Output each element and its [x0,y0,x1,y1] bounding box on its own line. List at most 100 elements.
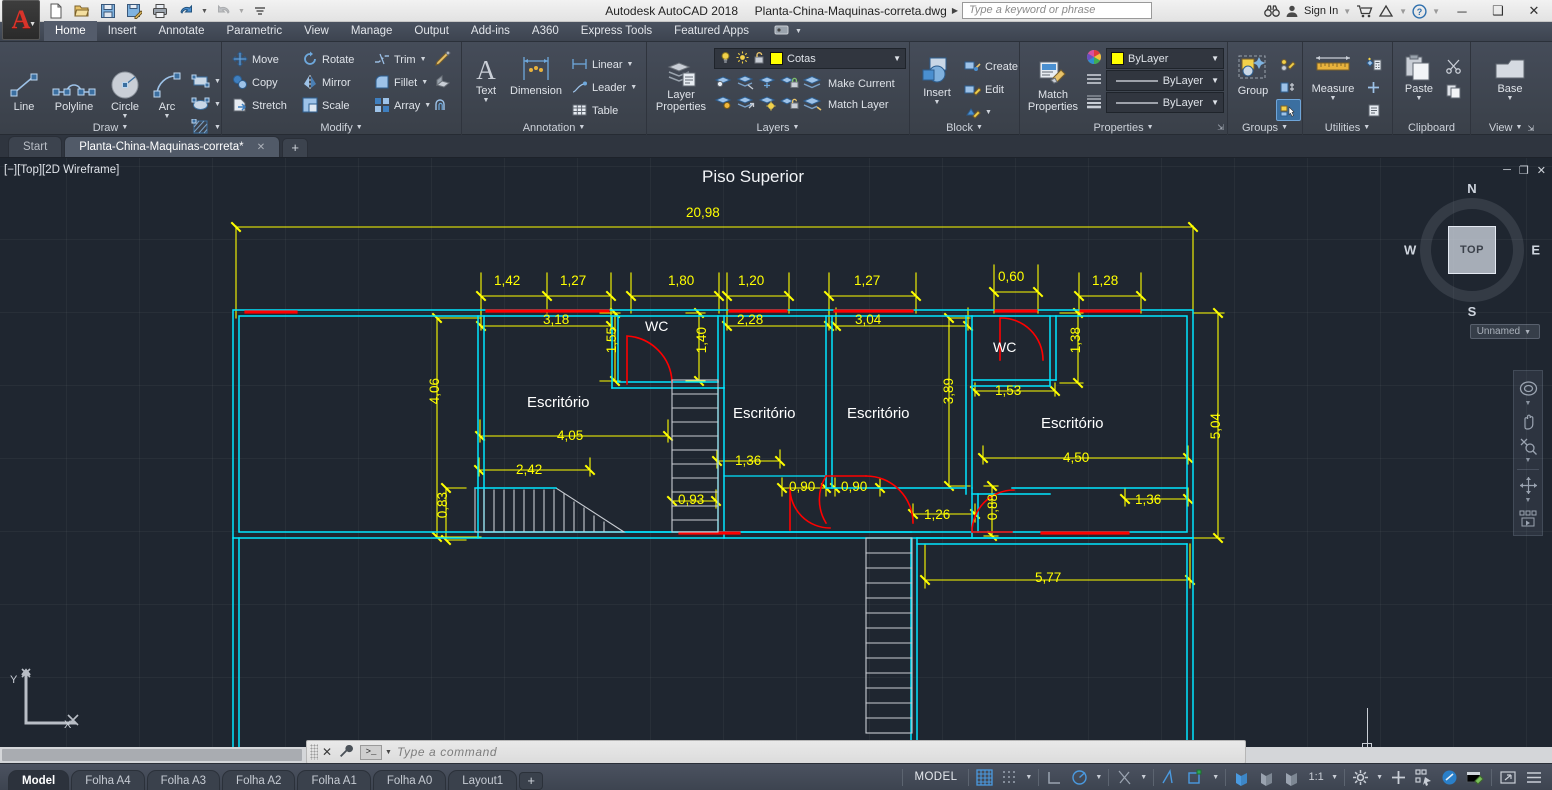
snap-mode-toggle[interactable] [997,764,1022,790]
isometric-caret[interactable]: ▼ [1137,774,1150,781]
view-cube[interactable]: TOP N S E W [1402,180,1542,320]
layout-tab-folha-a3[interactable]: Folha A3 [146,769,221,790]
make-current-label[interactable]: Make Current [828,78,895,90]
layer-combobox[interactable]: Cotas ▼ [714,48,906,69]
cut-button[interactable] [1442,55,1465,77]
view-cube-west[interactable]: W [1404,243,1416,258]
workspace-switching-icon[interactable] [1348,764,1373,790]
minimize-button[interactable]: ─ [1444,0,1480,22]
zoom-caret[interactable]: ▼ [1525,457,1532,466]
list-button[interactable] [1362,99,1385,121]
ribbon-display-icon[interactable] [774,24,791,39]
polar-tracking-toggle[interactable] [1067,764,1092,790]
command-line-grip[interactable] [310,744,318,760]
linear-dropdown-caret[interactable]: ▼ [627,61,634,68]
ribbon-tab-view[interactable]: View [293,21,340,41]
file-tab-start[interactable]: Start [8,136,63,157]
search-input[interactable]: Type a keyword or phrase [962,2,1152,19]
scale-button[interactable]: Scale [299,94,369,116]
panel-title-annotation[interactable]: Annotation ▼ [462,122,646,134]
ribbon-tab-annotate[interactable]: Annotate [147,21,215,41]
edit-block-button[interactable]: Edit [961,78,1021,100]
ribbon-tab-manage[interactable]: Manage [340,21,404,41]
lineweight-combobox-caret[interactable]: ▼ [1211,98,1219,107]
panel-title-block[interactable]: Block ▼ [910,122,1019,134]
view-cube-top-face[interactable]: TOP [1448,226,1496,274]
orbit-icon[interactable] [1515,473,1541,497]
properties-dialog-launcher[interactable]: ⇲ [1217,123,1224,132]
ribbon-tab-output[interactable]: Output [403,21,460,41]
lineweight-combobox[interactable]: ByLayer ▼ [1106,92,1224,113]
layer-unlock-icon[interactable] [753,51,766,67]
dimension-button[interactable]: Dimension [507,52,565,121]
customize-icon[interactable] [248,1,272,21]
command-input[interactable]: Type a command [397,745,1245,759]
stretch-button[interactable]: Stretch [229,94,297,116]
ribbon-tab-home[interactable]: Home [44,21,97,41]
steering-wheel-icon[interactable] [1515,376,1541,400]
paste-dropdown-caret[interactable]: ▼ [1416,95,1423,102]
layer-freeze-icon[interactable] [736,51,749,67]
open-file-icon[interactable] [70,1,94,21]
ribbon-display-caret[interactable]: ▼ [795,28,802,35]
redo-dropdown-caret[interactable]: ▼ [237,1,246,21]
layer-unlock-all-icon[interactable] [779,94,799,114]
layer-combobox-caret[interactable]: ▼ [893,54,901,63]
move-button[interactable]: Move [229,48,297,70]
dynamic-input-toggle[interactable] [1254,764,1279,790]
ribbon-tab-express-tools[interactable]: Express Tools [570,21,663,41]
layout-tab-folha-a2[interactable]: Folha A2 [222,769,296,790]
arc-dropdown-caret[interactable]: ▼ [164,113,171,120]
array-button[interactable]: Array ▼ [371,94,431,116]
model-space-button[interactable]: MODEL [906,764,965,790]
text-dropdown-caret[interactable]: ▼ [483,97,490,104]
panel-title-layers[interactable]: Layers ▼ [647,122,909,134]
group-button[interactable]: Group [1232,52,1274,121]
ducs-toggle[interactable] [1229,764,1254,790]
file-tab-drawing[interactable]: Planta-China-Maquinas-correta* ✕ [64,136,281,157]
insert-dropdown-caret[interactable]: ▼ [934,99,941,106]
rectangle-dropdown-caret[interactable]: ▼ [214,78,221,85]
quick-calc-button[interactable] [1362,53,1385,75]
customization-menu-icon[interactable] [1521,764,1547,790]
save-as-icon[interactable] [122,1,146,21]
a360-caret[interactable]: ▼ [1399,7,1407,16]
new-file-tab-button[interactable]: + [282,138,309,157]
polar-settings-caret[interactable]: ▼ [1092,774,1105,781]
panel-title-properties[interactable]: Properties ▼ [1020,122,1227,134]
autodesk-a360-icon[interactable] [1378,4,1394,18]
layout-tab-folha-a4[interactable]: Folha A4 [71,769,145,790]
search-dropdown-caret[interactable]: ▶ [952,6,958,15]
measure-dropdown-caret[interactable]: ▼ [1330,95,1337,102]
panel-title-draw[interactable]: Draw ▼ [0,122,221,134]
attributes-dropdown-caret[interactable]: ▼ [985,109,992,116]
erase-button[interactable] [431,48,455,70]
object-snap-caret[interactable]: ▼ [1209,774,1222,781]
steering-wheel-caret[interactable]: ▼ [1525,400,1532,409]
color-combobox[interactable]: ByLayer ▼ [1106,48,1224,69]
command-line-settings-icon[interactable] [336,744,356,761]
view-cube-east[interactable]: E [1531,243,1540,258]
view-cube-south[interactable]: S [1468,304,1477,319]
match-properties-button[interactable]: Match Properties [1024,58,1082,113]
layout-tab-model[interactable]: Model [8,769,70,790]
help-caret[interactable]: ▼ [1432,7,1440,16]
hardware-acceleration-icon[interactable] [1437,764,1462,790]
layout-tab-folha-a0[interactable]: Folha A0 [372,769,447,790]
canvas-scroll-thumb[interactable] [2,749,302,761]
linetype-icon[interactable] [1086,71,1102,90]
leader-button[interactable]: Leader ▼ [568,76,640,98]
insert-block-button[interactable]: Insert ▼ [915,54,959,123]
shopping-cart-icon[interactable] [1356,4,1373,18]
new-file-icon[interactable] [44,1,68,21]
annotation-scale-caret[interactable]: ▼ [1328,774,1341,781]
close-button[interactable]: ✕ [1516,0,1552,22]
customize-crosshair-icon[interactable] [1386,764,1411,790]
ortho-mode-toggle[interactable] [1042,764,1067,790]
panel-title-view[interactable]: View ▼ ⇲ [1471,122,1552,134]
isolate-objects-icon[interactable] [1411,764,1437,790]
color-wheel-icon[interactable] [1086,49,1102,68]
user-account-icon[interactable] [1285,4,1299,18]
ribbon-tab-insert[interactable]: Insert [97,21,148,41]
group-selection-toggle[interactable] [1276,99,1301,121]
